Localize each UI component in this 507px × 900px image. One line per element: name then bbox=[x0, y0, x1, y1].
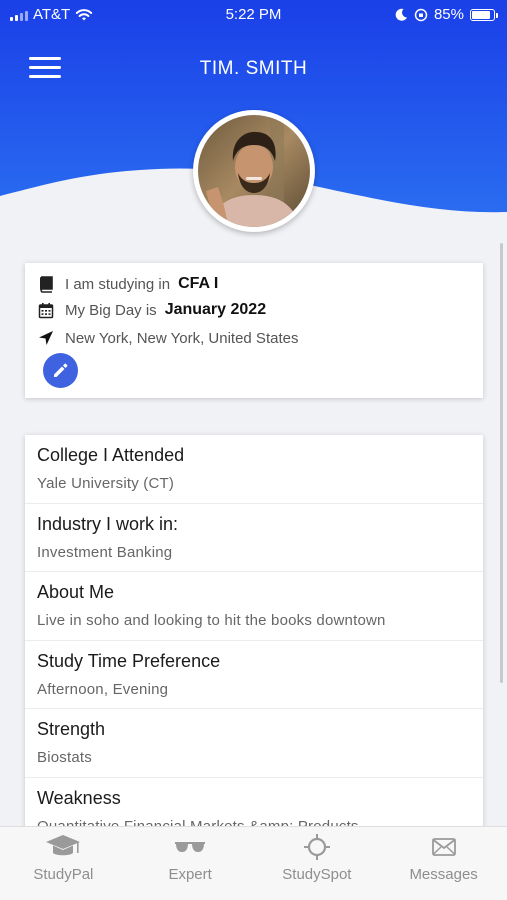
detail-value: Biostats bbox=[37, 749, 92, 766]
detail-value: Yale University (CT) bbox=[37, 475, 175, 492]
pencil-icon bbox=[54, 363, 68, 377]
location-row: New York, New York, United States bbox=[37, 329, 298, 347]
detail-heading: Weakness bbox=[37, 787, 121, 808]
tab-label: Messages bbox=[409, 866, 478, 883]
studying-prefix: I am studying in bbox=[65, 275, 171, 293]
detail-study-time: Study Time Preference Afternoon, Evening bbox=[25, 641, 483, 709]
tab-label: StudyPal bbox=[33, 866, 94, 883]
status-bar: AT&T 5:22 PM 85% bbox=[0, 0, 507, 30]
location-arrow-icon bbox=[37, 329, 55, 347]
study-info-card: I am studying in CFA I My Big Day is Jan… bbox=[25, 263, 483, 398]
detail-value: Live in soho and looking to hit the book… bbox=[37, 612, 386, 629]
tab-expert[interactable]: Expert bbox=[127, 827, 254, 900]
profile-photo bbox=[198, 115, 310, 227]
profile-header: AT&T 5:22 PM 85% TIM. SMITH bbox=[0, 0, 507, 240]
tab-label: StudySpot bbox=[282, 866, 352, 883]
detail-heading: Industry I work in: bbox=[37, 513, 179, 534]
battery-percent: 85% bbox=[433, 6, 464, 23]
detail-industry: Industry I work in: Investment Banking bbox=[25, 504, 483, 572]
tab-studyspot[interactable]: StudySpot bbox=[254, 827, 381, 900]
location-text: New York, New York, United States bbox=[65, 329, 299, 347]
detail-college: College I Attended Yale University (CT) bbox=[25, 435, 483, 504]
detail-heading: Study Time Preference bbox=[37, 650, 221, 671]
glasses-icon bbox=[175, 833, 206, 861]
tab-messages[interactable]: Messages bbox=[380, 827, 507, 900]
detail-value: Afternoon, Evening bbox=[37, 680, 169, 698]
calendar-icon bbox=[37, 301, 55, 319]
envelope-icon bbox=[431, 833, 456, 861]
bottom-tab-bar: StudyPal Expert StudySpot Messages bbox=[0, 826, 507, 900]
edit-profile-button[interactable] bbox=[43, 353, 78, 388]
tab-label: Expert bbox=[168, 866, 212, 883]
bigday-prefix: My Big Day is bbox=[65, 301, 157, 319]
studying-row: I am studying in CFA I bbox=[37, 275, 218, 293]
avatar bbox=[193, 110, 315, 232]
moon-icon bbox=[395, 8, 407, 21]
graduation-cap-icon bbox=[44, 833, 82, 861]
scrollbar[interactable] bbox=[500, 243, 503, 683]
tab-studypal[interactable]: StudyPal bbox=[0, 827, 127, 900]
bigday-row: My Big Day is January 2022 bbox=[37, 301, 266, 319]
detail-heading: Strength bbox=[37, 719, 106, 739]
profile-details-card: College I Attended Yale University (CT) … bbox=[25, 435, 483, 835]
detail-heading: About Me bbox=[37, 582, 115, 602]
crosshair-icon bbox=[303, 833, 330, 861]
detail-strength: Strength Biostats bbox=[25, 709, 483, 778]
orientation-lock-icon bbox=[414, 8, 428, 21]
battery-icon bbox=[470, 8, 498, 21]
detail-heading: College I Attended bbox=[37, 445, 185, 465]
page-title: TIM. SMITH bbox=[199, 58, 308, 79]
detail-about-me: About Me Live in soho and looking to hit… bbox=[25, 572, 483, 641]
detail-value: Investment Banking bbox=[37, 543, 173, 561]
studying-value: CFA I bbox=[178, 275, 219, 292]
book-icon bbox=[37, 275, 55, 293]
bigday-value: January 2022 bbox=[164, 301, 267, 318]
